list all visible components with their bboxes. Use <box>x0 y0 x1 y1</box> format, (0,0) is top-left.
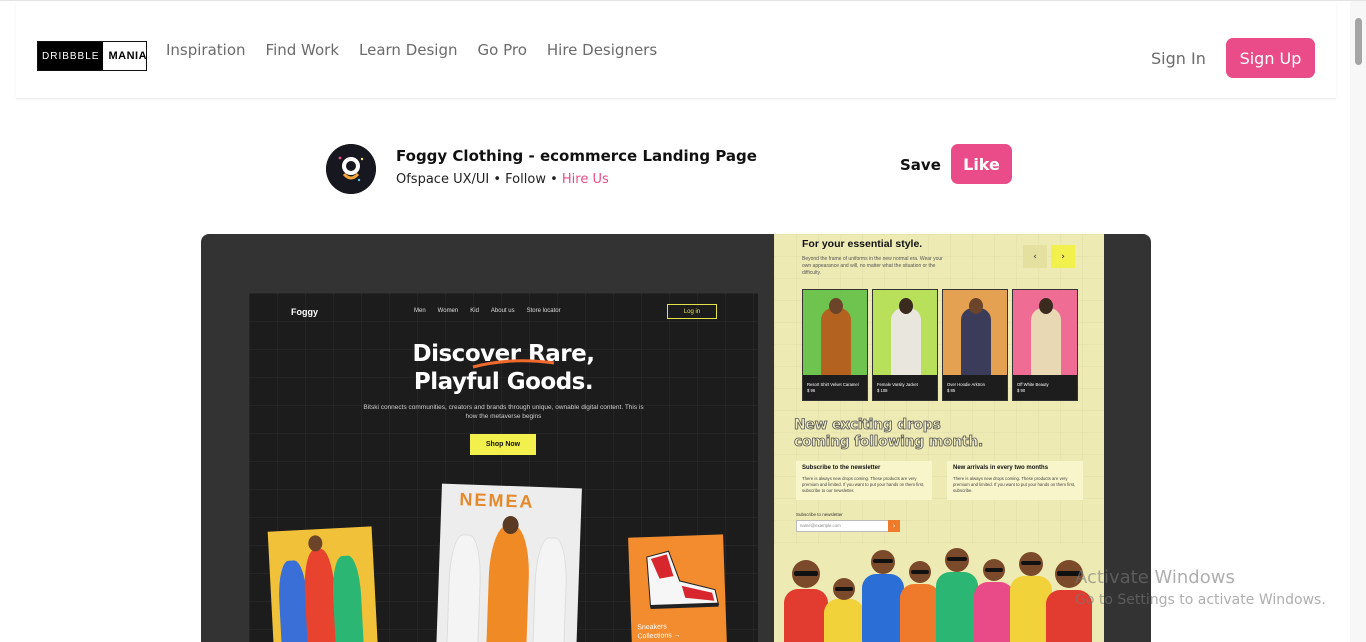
preview-nav-item: Men <box>414 308 426 314</box>
page: DRIBBBLE MANIA Inspiration Find Work Lea… <box>0 0 1366 642</box>
newsletter-box: Subscribe to the newsletter There is alw… <box>796 461 932 500</box>
preview-photo-group <box>267 526 379 642</box>
preview-nav-item: Store locator <box>526 308 561 314</box>
preview-hero-subtitle: Bitski connects communities, creators an… <box>363 404 644 420</box>
chevron-left-icon: ‹ <box>1023 245 1047 268</box>
drops-line-1: New exciting drops <box>794 417 942 434</box>
preview-style-heading: For your essential style. <box>802 238 923 250</box>
arrivals-box-title: New arrivals in every two months <box>953 465 1049 471</box>
figure-shape <box>1031 308 1061 378</box>
product-name: Resort Shirt Velvet Caramel <box>807 382 859 387</box>
meta-separator: • <box>545 172 562 187</box>
nav-go-pro[interactable]: Go Pro <box>478 41 527 59</box>
product-caption: Resort Shirt Velvet Caramel $ 96 <box>803 375 867 400</box>
product-image <box>873 290 937 378</box>
preview-brand: Foggy <box>291 307 318 317</box>
arrivals-box-text: There is always new drops coming. These … <box>953 476 1076 493</box>
product-card: Resort Shirt Velvet Caramel $ 96 <box>802 289 868 401</box>
subscribe-label: Subscribe to newsletter <box>796 512 843 517</box>
preview-nav-item: About us <box>490 308 515 314</box>
preview-product-page: For your essential style. Beyond the fra… <box>774 234 1104 642</box>
product-price: $ 90 <box>1017 388 1026 393</box>
drops-line-2: coming following month. <box>794 434 984 451</box>
subscribe-input-mock: name@example.com <box>796 520 890 532</box>
nemea-text: NEMEA <box>459 489 535 512</box>
page-scrollbar[interactable] <box>1350 1 1366 642</box>
arrivals-box: New arrivals in every two months There i… <box>947 461 1083 500</box>
head-shape <box>899 298 913 314</box>
product-price: $ 85 <box>947 388 956 393</box>
chevron-right-icon: › <box>1051 245 1075 268</box>
crowd-photo <box>774 544 1104 642</box>
author-avatar[interactable] <box>326 144 376 194</box>
head-shape <box>1039 298 1053 314</box>
figure-shape <box>891 308 921 378</box>
product-card: Off White Beauty $ 90 <box>1012 289 1078 401</box>
nav-find-work[interactable]: Find Work <box>266 41 339 59</box>
preview-nav: Men Women Kid About us Store locator <box>414 308 561 314</box>
sneakers-line-2: Collections → <box>637 631 681 641</box>
save-button[interactable]: Save <box>900 156 941 174</box>
sneakers-label: Sneakers Collections → <box>637 622 681 641</box>
hire-us-link[interactable]: Hire Us <box>562 172 609 187</box>
product-caption: Female Varsity Jacket $ 108 <box>873 375 937 400</box>
preview-drops-heading: New exciting drops coming following mont… <box>794 417 984 451</box>
sign-in-link[interactable]: Sign In <box>1151 49 1206 68</box>
product-caption: Off White Beauty $ 90 <box>1013 375 1077 400</box>
logo-left-text: DRIBBBLE <box>38 42 104 70</box>
nav-hire-designers[interactable]: Hire Designers <box>547 41 657 59</box>
arrow-right-icon: › <box>888 520 900 532</box>
product-price: $ 108 <box>877 388 888 393</box>
preview-landing-dark: Foggy Men Women Kid About us Store locat… <box>249 293 758 642</box>
preview-shop-now-button: Shop Now <box>470 434 536 455</box>
product-card: Female Varsity Jacket $ 108 <box>872 289 938 401</box>
logo-right-text: MANIA <box>108 50 148 62</box>
preview-photo-nemea: NEMEA <box>436 483 582 642</box>
preview-style-description: Beyond the frame of uniforms in the new … <box>802 256 943 276</box>
figure-shape <box>961 308 991 378</box>
product-price: $ 96 <box>807 388 816 393</box>
follow-link[interactable]: Follow <box>505 172 546 187</box>
preview-photo-sneakers: Sneakers Collections → <box>628 534 727 642</box>
meta-separator: • <box>489 172 506 187</box>
shot-title: Foggy Clothing - ecommerce Landing Page <box>396 147 757 165</box>
activate-windows-subtitle: Go to Settings to activate Windows. <box>1075 592 1326 608</box>
head-shape <box>969 298 983 314</box>
avatar-logo-icon <box>326 144 376 194</box>
nav-inspiration[interactable]: Inspiration <box>166 41 246 59</box>
figure-shape <box>446 533 483 642</box>
shot-meta: Ofspace UX/UI • Follow • Hire Us <box>396 172 609 187</box>
nav-learn-design[interactable]: Learn Design <box>359 41 457 59</box>
site-header: DRIBBBLE MANIA Inspiration Find Work Lea… <box>16 2 1336 99</box>
newsletter-box-title: Subscribe to the newsletter <box>802 465 881 471</box>
head-shape <box>829 298 843 314</box>
figure-shape <box>532 536 569 642</box>
scrollbar-thumb[interactable] <box>1355 18 1362 65</box>
figure-shape <box>821 308 851 378</box>
like-button[interactable]: Like <box>951 144 1012 184</box>
preview-nav-item: Kid <box>470 308 479 314</box>
activate-windows-title: Activate Windows <box>1075 567 1235 588</box>
shot-image[interactable]: Foggy Men Women Kid About us Store locat… <box>201 234 1151 642</box>
newsletter-box-text: There is always new drops coming. These … <box>802 476 925 493</box>
preview-login-button: Log in <box>667 304 717 319</box>
author-name-link[interactable]: Ofspace UX/UI <box>396 172 489 187</box>
sign-up-button[interactable]: Sign Up <box>1226 38 1315 78</box>
figure-shape <box>486 525 531 642</box>
product-caption: Over Hoodie Arktron $ 85 <box>943 375 1007 400</box>
product-card: Over Hoodie Arktron $ 85 <box>942 289 1008 401</box>
main-nav: Inspiration Find Work Learn Design Go Pr… <box>166 41 657 59</box>
sneaker-icon <box>646 550 720 609</box>
hero-swoosh-icon <box>472 359 555 369</box>
site-logo[interactable]: DRIBBBLE MANIA <box>37 41 147 71</box>
figure-shape <box>331 555 365 642</box>
product-image <box>1013 290 1077 378</box>
product-image <box>803 290 867 378</box>
product-image <box>943 290 1007 378</box>
preview-nav-item: Women <box>437 308 459 314</box>
